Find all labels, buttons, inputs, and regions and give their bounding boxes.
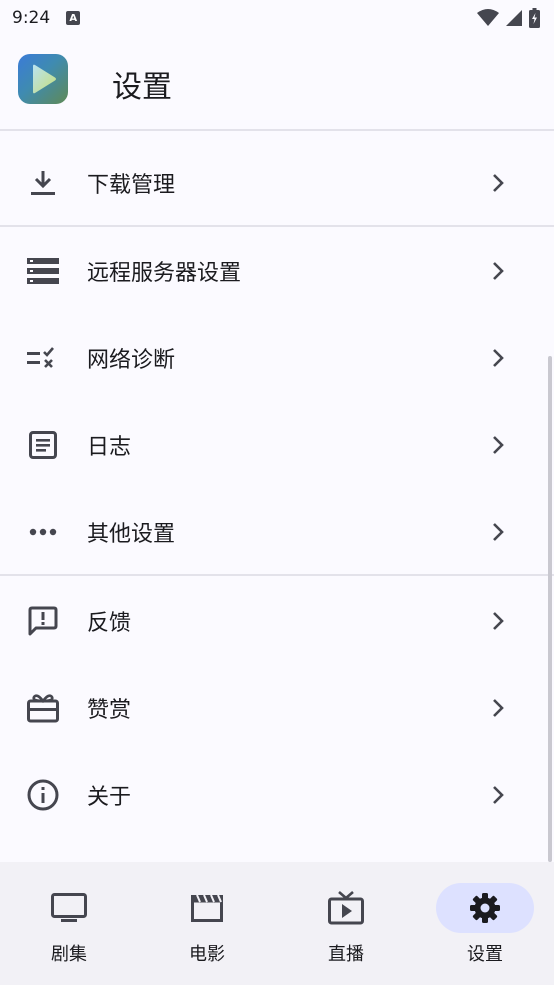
settings-item-label: 反馈: [87, 611, 132, 636]
tv-icon: [51, 893, 87, 923]
gear-icon: [469, 892, 501, 924]
settings-item-feedback[interactable]: 反馈: [0, 578, 554, 664]
settings-item-about[interactable]: 关于: [0, 752, 554, 838]
settings-item-other[interactable]: 其他设置: [0, 489, 554, 575]
status-icons: [477, 8, 540, 28]
a-badge-icon: A: [66, 11, 81, 25]
page-title: 设置: [112, 70, 172, 105]
nav-item-live[interactable]: 直播: [277, 862, 415, 985]
settings-item-remote-server[interactable]: 远程服务器设置: [0, 228, 554, 314]
battery-charging-icon: [529, 8, 540, 28]
download-icon: [26, 166, 60, 200]
scrollbar[interactable]: [548, 356, 552, 862]
settings-item-network-diagnosis[interactable]: 网络诊断: [0, 315, 554, 401]
chevron-right-icon: [486, 433, 510, 457]
live-tv-icon: [328, 891, 364, 925]
nav-label: 设置: [467, 944, 503, 965]
feedback-icon: [26, 604, 60, 638]
settings-item-donate[interactable]: 赞赏: [0, 665, 554, 751]
chevron-right-icon: [486, 346, 510, 370]
settings-item-label: 网络诊断: [87, 348, 176, 373]
section-divider: [0, 225, 554, 227]
settings-item-label: 日志: [87, 435, 132, 460]
cell-signal-icon: [505, 9, 523, 27]
play-logo-icon: [18, 54, 68, 104]
more-horiz-icon: [26, 515, 60, 549]
document-icon: [26, 428, 60, 462]
header-divider: [0, 129, 554, 131]
server-icon: [26, 254, 60, 288]
chevron-right-icon: [486, 520, 510, 544]
settings-item-label: 关于: [87, 785, 132, 810]
status-bar: 9:24 A: [0, 0, 554, 36]
gift-icon: [26, 691, 60, 725]
chevron-right-icon: [486, 609, 510, 633]
nav-item-series[interactable]: 剧集: [0, 862, 138, 985]
settings-item-log[interactable]: 日志: [0, 402, 554, 488]
app-bar: 设置: [0, 36, 554, 130]
info-icon: [26, 778, 60, 812]
movie-icon: [191, 894, 223, 922]
nav-pill: [297, 883, 395, 933]
chevron-right-icon: [486, 696, 510, 720]
nav-label: 直播: [328, 944, 364, 965]
chevron-right-icon: [486, 783, 510, 807]
checklist-icon: [26, 341, 60, 375]
settings-item-download-manager[interactable]: 下载管理: [0, 140, 554, 226]
status-time: 9:24: [12, 8, 51, 28]
chevron-right-icon: [486, 171, 510, 195]
nav-item-settings[interactable]: 设置: [416, 862, 554, 985]
nav-pill: [158, 883, 256, 933]
wifi-icon: [477, 9, 499, 27]
bottom-navigation: 剧集 电影 直播 设置: [0, 862, 554, 985]
nav-label: 剧集: [51, 944, 87, 965]
settings-item-label: 其他设置: [87, 522, 176, 547]
nav-item-movie[interactable]: 电影: [138, 862, 276, 985]
settings-item-label: 下载管理: [87, 173, 176, 198]
nav-pill-active: [436, 883, 534, 933]
nav-pill: [20, 883, 118, 933]
settings-item-label: 远程服务器设置: [87, 261, 242, 286]
nav-label: 电影: [189, 944, 225, 965]
chevron-right-icon: [486, 259, 510, 283]
settings-item-label: 赞赏: [87, 698, 132, 723]
section-divider: [0, 574, 554, 576]
